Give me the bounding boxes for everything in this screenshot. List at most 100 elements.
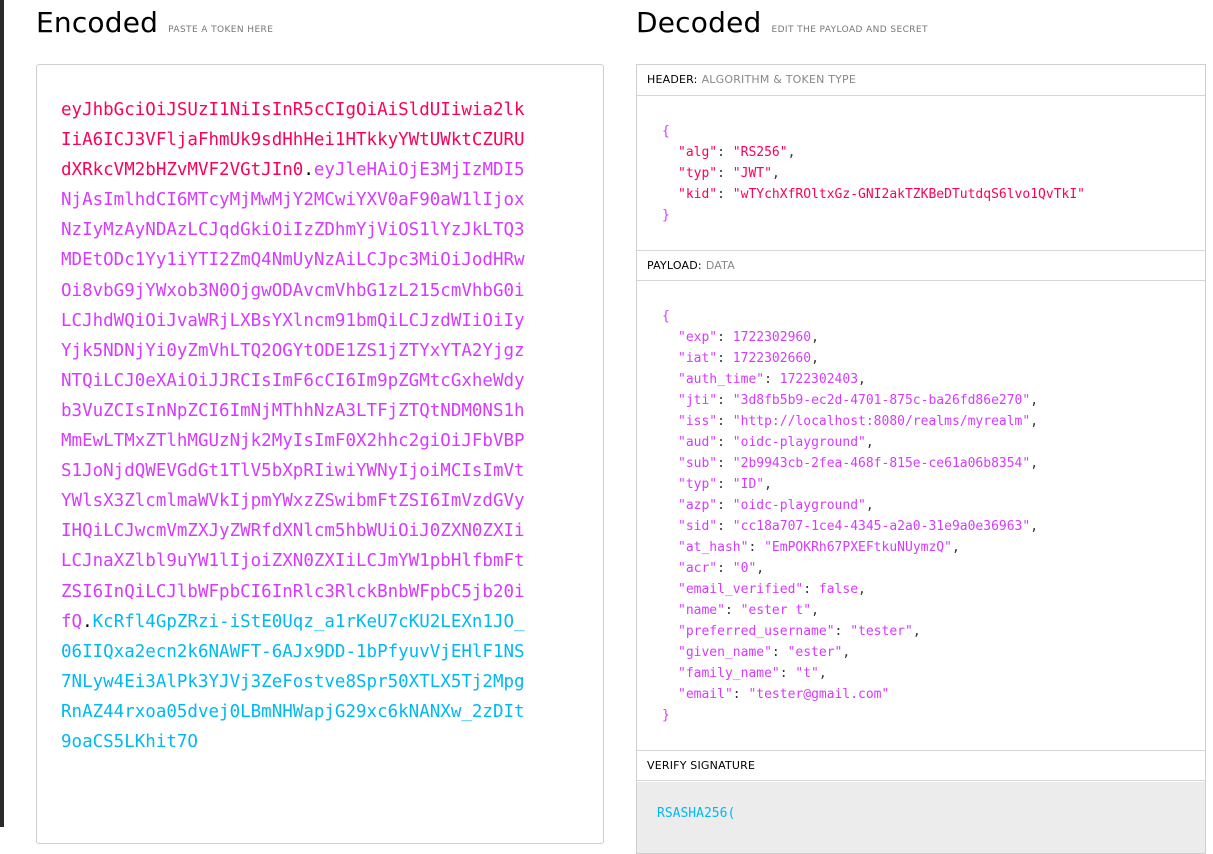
json-field-line: "iss": "http://localhost:8080/realms/myr…	[662, 411, 1205, 432]
json-colon: :	[764, 372, 780, 387]
json-key: "name"	[678, 603, 725, 618]
json-value: "http://localhost:8080/realms/myrealm"	[732, 414, 1031, 429]
payload-section-title: PAYLOAD: DATA	[637, 250, 1205, 281]
json-field-line: "azp": "oidc-playground",	[662, 495, 1205, 516]
json-colon: :	[732, 687, 749, 702]
json-value: "3d8fb5b9-ec2d-4701-875c-ba26fd86e270"	[732, 393, 1031, 408]
verify-signature-area[interactable]: RSASHA256(	[637, 782, 1205, 853]
json-colon: :	[748, 540, 765, 555]
json-comma: ,	[787, 145, 796, 160]
encoded-subtitle: PASTE A TOKEN HERE	[168, 25, 274, 35]
json-colon: :	[717, 519, 733, 534]
json-field-line: "email": "tester@gmail.com"	[662, 684, 1205, 705]
json-value: "RS256"	[732, 145, 788, 160]
json-comma: ,	[865, 435, 874, 450]
payload-section-label: PAYLOAD:	[647, 259, 702, 272]
json-line: }	[662, 205, 1205, 226]
json-comma: ,	[1030, 519, 1039, 534]
json-value: "tester"	[850, 624, 913, 639]
json-field-line: "iat": 1722302660,	[662, 348, 1205, 369]
json-key: "auth_time"	[678, 372, 765, 387]
json-comma: ,	[951, 540, 960, 555]
decoded-heading: Decoded EDIT THE PAYLOAD AND SECRET	[636, 6, 928, 39]
json-key: "email"	[678, 687, 733, 702]
json-comma: ,	[811, 330, 819, 345]
json-field-line: "sid": "cc18a707-1ce4-4345-a2a0-31e9a0e3…	[662, 516, 1205, 537]
json-value: false	[818, 582, 859, 597]
json-colon: :	[717, 561, 733, 576]
json-comma: ,	[858, 372, 866, 387]
json-close-brace: }	[662, 708, 670, 723]
json-value: "ID"	[732, 477, 765, 492]
json-value: "ester t"	[740, 603, 812, 618]
json-field-line: "exp": 1722302960,	[662, 327, 1205, 348]
verify-section-label: VERIFY SIGNATURE	[647, 759, 756, 772]
json-colon: :	[717, 435, 733, 450]
json-value: "oidc-playground"	[732, 435, 866, 450]
json-value: "t"	[795, 666, 819, 681]
json-value: "JWT"	[732, 166, 772, 181]
json-key: "email_verified"	[678, 582, 804, 597]
json-value: "oidc-playground"	[732, 498, 866, 513]
json-key: "typ"	[678, 477, 718, 492]
json-colon: :	[717, 498, 733, 513]
token-separator-dot: .	[82, 611, 93, 632]
json-value: 1722302960	[732, 330, 812, 345]
json-colon: :	[717, 477, 733, 492]
json-open-brace: {	[662, 309, 670, 324]
decoded-title: Decoded	[636, 6, 762, 39]
json-key: "acr"	[678, 561, 718, 576]
json-comma: ,	[1030, 414, 1039, 429]
header-section-title: HEADER: ALGORITHM & TOKEN TYPE	[637, 65, 1205, 96]
payload-section-desc: DATA	[705, 259, 735, 272]
json-field-line: "email_verified": false,	[662, 579, 1205, 600]
json-field-line: "aud": "oidc-playground",	[662, 432, 1205, 453]
json-comma: ,	[1030, 456, 1039, 471]
json-key: "given_name"	[678, 645, 772, 660]
token-signature-part: KcRfl4GpZRzi-iStE0Uqz_a1rKeU7cKU2LEXn1JO…	[61, 611, 525, 752]
json-key: "iat"	[678, 351, 718, 366]
json-comma: ,	[858, 582, 866, 597]
json-field-line: "family_name": "t",	[662, 663, 1205, 684]
json-key: "preferred_username"	[678, 624, 835, 639]
json-key: "aud"	[678, 435, 718, 450]
verify-section-title: VERIFY SIGNATURE	[637, 750, 1205, 781]
json-colon: :	[771, 645, 788, 660]
json-field-line: "jti": "3d8fb5b9-ec2d-4701-875c-ba26fd86…	[662, 390, 1205, 411]
json-key: "sub"	[678, 456, 718, 471]
json-colon: :	[717, 351, 733, 366]
json-key: "iss"	[678, 414, 718, 429]
json-key: "alg"	[678, 145, 718, 160]
json-key: "typ"	[678, 166, 718, 181]
json-field-line: "alg": "RS256",	[662, 142, 1205, 163]
json-colon: :	[717, 187, 733, 202]
json-close-brace: }	[662, 208, 670, 223]
json-colon: :	[717, 330, 733, 345]
json-field-line: "sub": "2b9943cb-2fea-468f-815e-ce61a06b…	[662, 453, 1205, 474]
json-field-line: "name": "ester t",	[662, 600, 1205, 621]
json-comma: ,	[912, 624, 921, 639]
json-field-line: "acr": "0",	[662, 558, 1205, 579]
json-colon: :	[717, 456, 733, 471]
encoded-token-editor[interactable]: eyJhbGciOiJSUzI1NiIsInR5cCIgOiAiSldUIiwi…	[36, 64, 604, 844]
header-json-editor[interactable]: {"alg": "RS256", "typ": "JWT", "kid": "wTY…	[662, 121, 1205, 226]
json-value: "2b9943cb-2fea-468f-815e-ce61a06b8354"	[732, 456, 1031, 471]
json-value: 1722302660	[732, 351, 812, 366]
json-value: "0"	[732, 561, 757, 576]
json-key: "family_name"	[678, 666, 780, 681]
json-value: "ester"	[787, 645, 843, 660]
json-value: "wTYchXfROltxGz-GNI2akTZKBeDTutdqS6lvo1Q…	[732, 187, 1085, 202]
json-field-line: "given_name": "ester",	[662, 642, 1205, 663]
json-key: "exp"	[678, 330, 718, 345]
json-comma: ,	[764, 477, 772, 492]
json-colon: :	[717, 145, 733, 160]
json-comma: ,	[1030, 393, 1039, 408]
window-edge	[0, 0, 4, 827]
payload-json-editor[interactable]: {"exp": 1722302960, "iat": 1722302660, "au…	[662, 306, 1205, 726]
encoded-title: Encoded	[36, 6, 159, 39]
json-key: "at_hash"	[678, 540, 749, 555]
json-comma: ,	[756, 561, 765, 576]
json-key: "jti"	[678, 393, 718, 408]
json-comma: ,	[818, 666, 827, 681]
encoded-token-text[interactable]: eyJhbGciOiJSUzI1NiIsInR5cCIgOiAiSldUIiwi…	[61, 95, 531, 757]
